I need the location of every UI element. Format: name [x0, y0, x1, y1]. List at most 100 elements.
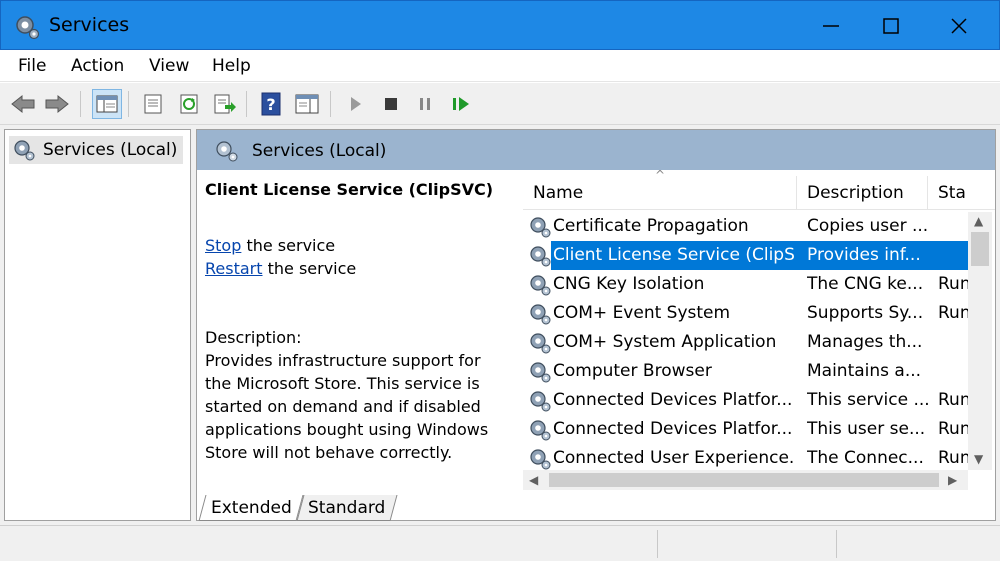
forward-icon — [45, 94, 69, 114]
export-list-button[interactable] — [210, 89, 240, 119]
forward-button[interactable] — [42, 89, 72, 119]
scroll-up-icon[interactable]: ▲ — [974, 214, 983, 228]
svg-text:?: ? — [266, 95, 275, 114]
back-button[interactable] — [8, 89, 38, 119]
service-gear-icon — [529, 274, 551, 301]
description-text: Provides infrastructure support for the … — [205, 351, 489, 462]
sort-ascending-icon: ^ — [655, 168, 666, 182]
service-status-cell: Run — [938, 390, 968, 410]
tab-extended-label: Extended — [210, 497, 292, 518]
service-description-cell: The CNG ke... — [807, 274, 924, 294]
column-name-label: Name — [533, 183, 584, 203]
column-description-label: Description — [807, 183, 904, 203]
service-description: Description: Provides infrastructure sup… — [205, 326, 510, 464]
scroll-left-icon[interactable]: ◀ — [529, 473, 538, 487]
scroll-right-icon[interactable]: ▶ — [948, 473, 957, 487]
service-status-cell: Run — [938, 419, 968, 439]
service-description-cell: Provides inf... — [807, 245, 921, 265]
service-row[interactable]: Connected Devices Platfor... This service… — [523, 386, 968, 415]
properties-button[interactable] — [138, 89, 168, 119]
service-gear-icon — [529, 216, 551, 243]
tab-standard[interactable]: Standard — [296, 495, 398, 521]
service-gear-icon — [529, 419, 551, 446]
restart-service-button[interactable] — [446, 89, 476, 119]
service-detail: Client License Service (ClipSVC) Stop th… — [205, 180, 510, 462]
scroll-down-icon[interactable]: ▼ — [974, 452, 983, 466]
help-icon: ? — [261, 92, 281, 116]
back-icon — [11, 94, 35, 114]
stop-link[interactable]: Stop — [205, 236, 241, 255]
column-header-status[interactable]: Sta — [928, 176, 995, 210]
horizontal-scrollbar[interactable]: ◀ ▶ — [523, 470, 968, 490]
pane-header: Services (Local) — [197, 130, 995, 170]
start-service-button[interactable] — [340, 89, 370, 119]
service-row[interactable]: CNG Key Isolation The CNG ke... Run — [523, 270, 968, 299]
services-gear-icon — [14, 140, 35, 161]
close-button[interactable] — [929, 1, 989, 51]
horizontal-scroll-thumb[interactable] — [549, 473, 939, 487]
service-row[interactable]: Connected User Experience... The Connec..… — [523, 444, 968, 470]
help-button[interactable]: ? — [256, 89, 286, 119]
status-bar — [0, 525, 1000, 561]
service-row[interactable]: Computer Browser Maintains a... — [523, 357, 968, 386]
tree-item-label: Services (Local) — [43, 140, 178, 160]
maximize-button[interactable] — [861, 1, 921, 51]
show-hide-action-pane-icon — [295, 94, 319, 114]
service-description-cell: Supports Sy... — [807, 303, 924, 323]
pause-service-icon — [420, 98, 430, 110]
tab-extended[interactable]: Extended — [198, 495, 304, 521]
service-name-cell: Connected Devices Platfor... — [553, 419, 793, 439]
service-description-cell: Copies user ... — [807, 216, 929, 236]
services-gear-icon — [14, 14, 40, 40]
service-gear-icon — [529, 303, 551, 330]
service-gear-icon — [529, 390, 551, 417]
service-row[interactable]: COM+ System Application Manages th... — [523, 328, 968, 357]
export-list-icon — [214, 94, 236, 114]
list-header: Name ^ Description Sta — [523, 168, 995, 210]
close-icon — [951, 18, 967, 34]
title-bar[interactable]: Services — [0, 0, 1000, 50]
show-hide-action-pane-button[interactable] — [292, 89, 322, 119]
restart-service-icon — [453, 97, 469, 111]
service-gear-icon — [529, 361, 551, 388]
service-row[interactable]: COM+ Event System Supports Sy... Run — [523, 299, 968, 328]
service-name-cell: Connected Devices Platfor... — [553, 390, 793, 410]
menu-help[interactable]: Help — [212, 56, 251, 76]
service-row[interactable]: Connected Devices Platfor... This user se… — [523, 415, 968, 444]
column-header-description[interactable]: Description — [797, 176, 928, 210]
minimize-button[interactable] — [801, 1, 861, 51]
pause-service-button[interactable] — [410, 89, 440, 119]
service-actions: Stop the service Restart the service — [205, 234, 356, 280]
menu-action[interactable]: Action — [71, 56, 124, 76]
menu-file[interactable]: File — [18, 56, 46, 76]
view-tabs: Extended Standard — [196, 495, 996, 525]
service-name-cell: COM+ Event System — [553, 303, 731, 323]
service-gear-icon — [529, 245, 551, 272]
service-gear-icon — [529, 332, 551, 359]
service-name-cell: Certificate Propagation — [553, 216, 749, 236]
restart-link[interactable]: Restart — [205, 259, 263, 278]
service-row[interactable]: Client License Service (ClipS... Provides… — [523, 241, 968, 270]
services-list: Name ^ Description Sta Certificate Propa… — [523, 168, 995, 490]
selected-service-name: Client License Service (ClipSVC) — [205, 180, 494, 199]
refresh-button[interactable] — [174, 89, 204, 119]
menu-view[interactable]: View — [149, 56, 189, 76]
service-status-cell: Run — [938, 448, 968, 468]
stop-link-suffix: the service — [241, 236, 336, 255]
service-description-cell: Manages th... — [807, 332, 923, 352]
column-header-name[interactable]: Name ^ — [523, 168, 797, 210]
show-hide-tree-icon — [96, 95, 118, 113]
vertical-scrollbar[interactable]: ▲ ▼ — [968, 212, 992, 470]
vertical-scroll-thumb[interactable] — [971, 232, 989, 266]
service-gear-icon — [529, 448, 551, 470]
show-hide-tree-button[interactable] — [92, 89, 122, 119]
service-name-cell: COM+ System Application — [553, 332, 777, 352]
tree-item-services-local[interactable]: Services (Local) — [9, 136, 184, 164]
description-label: Description: — [205, 328, 302, 347]
service-name-cell: Connected User Experience... — [553, 448, 796, 468]
service-status-cell: Run — [938, 274, 968, 294]
service-row[interactable]: Certificate Propagation Copies user ... — [523, 212, 968, 241]
service-description-cell: Maintains a... — [807, 361, 922, 381]
stop-service-button[interactable] — [376, 89, 406, 119]
minimize-icon — [823, 25, 839, 27]
